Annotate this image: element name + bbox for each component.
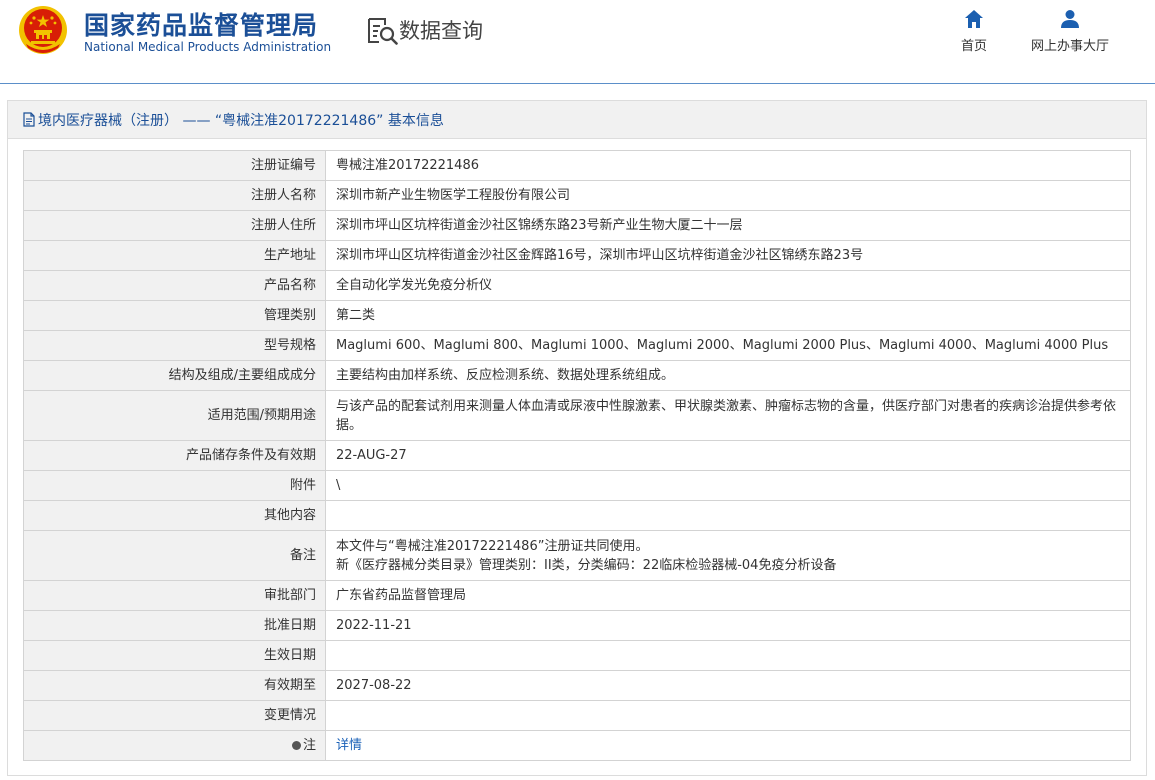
row-value: 全自动化学发光免疫分析仪 bbox=[325, 270, 1131, 301]
table-row: 结构及组成/主要组成成分 主要结构由加样系统、反应检测系统、数据处理系统组成。 bbox=[23, 360, 1131, 391]
national-emblem-icon[interactable] bbox=[18, 4, 68, 56]
details-link[interactable]: 详情 bbox=[336, 738, 362, 753]
row-value: 粤械注准20172221486 bbox=[325, 150, 1131, 181]
table-row: 审批部门 广东省药品监督管理局 bbox=[23, 580, 1131, 611]
row-value: 22-AUG-27 bbox=[325, 440, 1131, 471]
site-title-cn[interactable]: 国家药品监督管理局 bbox=[84, 6, 318, 42]
row-value: 主要结构由加样系统、反应检测系统、数据处理系统组成。 bbox=[325, 360, 1131, 391]
table-row: 产品储存条件及有效期 22-AUG-27 bbox=[23, 440, 1131, 471]
table-row: 注册人名称 深圳市新产业生物医学工程股份有限公司 bbox=[23, 180, 1131, 211]
table-row: 生产地址 深圳市坪山区坑梓街道金沙社区金辉路16号，深圳市坪山区坑梓街道金沙社区… bbox=[23, 240, 1131, 271]
remark-line-2: 新《医疗器械分类目录》管理类别：II类，分类编码：22临床检验器械-04免疫分析… bbox=[336, 557, 837, 573]
row-label: 适用范围/预期用途 bbox=[23, 390, 326, 441]
table-row: 注册人住所 深圳市坪山区坑梓街道金沙社区锦绣东路23号新产业生物大厦二十一层 bbox=[23, 210, 1131, 241]
row-value bbox=[325, 700, 1131, 731]
row-label: 产品名称 bbox=[23, 270, 326, 301]
table-row: 型号规格 Maglumi 600、Maglumi 800、Maglumi 100… bbox=[23, 330, 1131, 361]
table-row: 其他内容 bbox=[23, 500, 1131, 531]
row-value: 第二类 bbox=[325, 300, 1131, 331]
row-label: 注册人住所 bbox=[23, 210, 326, 241]
row-value: \ bbox=[325, 470, 1131, 501]
row-value: 详情 bbox=[325, 730, 1131, 761]
row-label: 型号规格 bbox=[23, 330, 326, 361]
nav-home[interactable]: 首页 bbox=[955, 8, 993, 54]
row-label: 备注 bbox=[23, 530, 326, 581]
row-label: 审批部门 bbox=[23, 580, 326, 611]
row-label: 附件 bbox=[23, 470, 326, 501]
row-value bbox=[325, 640, 1131, 671]
note-label: 注 bbox=[302, 738, 316, 753]
table-row: 生效日期 bbox=[23, 640, 1131, 671]
table-row: 批准日期 2022-11-21 bbox=[23, 610, 1131, 641]
row-label: 其他内容 bbox=[23, 500, 326, 531]
row-value: 2027-08-22 bbox=[325, 670, 1131, 701]
row-label: 生效日期 bbox=[23, 640, 326, 671]
row-label: 生产地址 bbox=[23, 240, 326, 271]
data-query-label: 数据查询 bbox=[399, 19, 483, 43]
row-label: 注册证编号 bbox=[23, 150, 326, 181]
table-row: 变更情况 bbox=[23, 700, 1131, 731]
table-row: 适用范围/预期用途 与该产品的配套试剂用来测量人体血清或尿液中性腺激素、甲状腺类… bbox=[23, 390, 1131, 441]
row-label: 变更情况 bbox=[23, 700, 326, 731]
row-value: 深圳市新产业生物医学工程股份有限公司 bbox=[325, 180, 1131, 211]
panel-title-text: 境内医疗器械（注册） —— “粤械注准20172221486” 基本信息 bbox=[38, 112, 444, 129]
row-value: Maglumi 600、Maglumi 800、Maglumi 1000、Mag… bbox=[325, 330, 1131, 361]
row-label: 管理类别 bbox=[23, 300, 326, 331]
data-query-icon bbox=[368, 18, 398, 45]
info-table: 注册证编号 粤械注准20172221486 注册人名称 深圳市新产业生物医学工程… bbox=[23, 150, 1131, 761]
row-label: 产品储存条件及有效期 bbox=[23, 440, 326, 471]
row-label: 结构及组成/主要组成成分 bbox=[23, 360, 326, 391]
home-icon bbox=[965, 10, 983, 28]
row-value: 与该产品的配套试剂用来测量人体血清或尿液中性腺激素、甲状腺类激素、肿瘤标志物的含… bbox=[325, 390, 1131, 441]
site-header: 国家药品监督管理局 National Medical Products Admi… bbox=[0, 0, 1155, 84]
table-row: 附件 \ bbox=[23, 470, 1131, 501]
row-label: 注 bbox=[23, 730, 326, 761]
info-table-wrapper: 注册证编号 粤械注准20172221486 注册人名称 深圳市新产业生物医学工程… bbox=[23, 150, 1131, 761]
table-row: 有效期至 2027-08-22 bbox=[23, 670, 1131, 701]
nav-home-label[interactable]: 首页 bbox=[961, 35, 987, 54]
site-title-en[interactable]: National Medical Products Administration bbox=[84, 40, 331, 54]
table-row: 管理类别 第二类 bbox=[23, 300, 1131, 331]
row-label: 有效期至 bbox=[23, 670, 326, 701]
detail-panel: 境内医疗器械（注册） —— “粤械注准20172221486” 基本信息 注册证… bbox=[7, 100, 1147, 776]
row-value: 深圳市坪山区坑梓街道金沙社区锦绣东路23号新产业生物大厦二十一层 bbox=[325, 210, 1131, 241]
table-row: 备注 本文件与“粤械注准20172221486”注册证共同使用。 新《医疗器械分… bbox=[23, 530, 1131, 581]
table-row: 注 详情 bbox=[23, 730, 1131, 761]
row-value bbox=[325, 500, 1131, 531]
row-value: 本文件与“粤械注准20172221486”注册证共同使用。 新《医疗器械分类目录… bbox=[325, 530, 1131, 581]
remark-line-1: 本文件与“粤械注准20172221486”注册证共同使用。 bbox=[336, 538, 649, 554]
document-icon bbox=[23, 112, 35, 127]
bullet-icon bbox=[291, 741, 301, 750]
nav-online-service-hall[interactable]: 网上办事大厅 bbox=[1025, 8, 1115, 54]
row-value: 深圳市坪山区坑梓街道金沙社区金辉路16号，深圳市坪山区坑梓街道金沙社区锦绣东路2… bbox=[325, 240, 1131, 271]
row-value: 2022-11-21 bbox=[325, 610, 1131, 641]
table-row: 产品名称 全自动化学发光免疫分析仪 bbox=[23, 270, 1131, 301]
row-label: 注册人名称 bbox=[23, 180, 326, 211]
row-value: 广东省药品监督管理局 bbox=[325, 580, 1131, 611]
panel-title: 境内医疗器械（注册） —— “粤械注准20172221486” 基本信息 bbox=[8, 101, 1146, 139]
table-row: 注册证编号 粤械注准20172221486 bbox=[23, 150, 1131, 181]
user-icon bbox=[1061, 10, 1079, 28]
row-label: 批准日期 bbox=[23, 610, 326, 641]
nav-online-service-hall-label[interactable]: 网上办事大厅 bbox=[1031, 35, 1109, 54]
